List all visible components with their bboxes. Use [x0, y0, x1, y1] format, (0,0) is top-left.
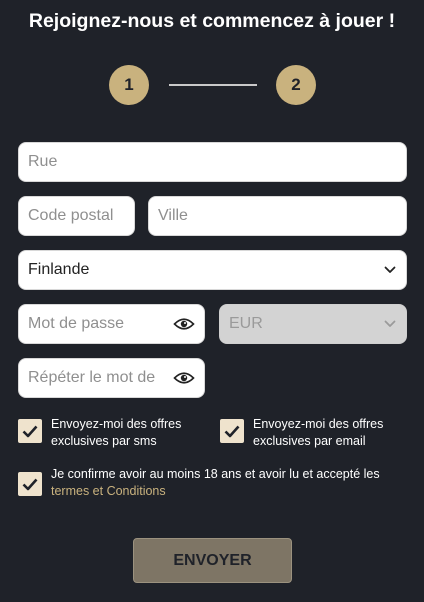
checkmark-icon	[22, 478, 38, 490]
page-title: Rejoignez-nous et commencez à jouer !	[28, 10, 396, 32]
chevron-down-icon	[383, 263, 397, 277]
password-input[interactable]	[28, 315, 169, 333]
city-input[interactable]	[158, 207, 397, 225]
currency-value: EUR	[229, 315, 263, 332]
email-offers-label: Envoyez-moi des offres exclusives par em…	[253, 417, 384, 448]
eye-icon[interactable]	[173, 370, 195, 386]
repeat-password-input[interactable]	[28, 369, 169, 387]
eye-icon[interactable]	[173, 316, 195, 332]
submit-button[interactable]: ENVOYER	[133, 538, 292, 583]
email-offers-checkbox[interactable]	[220, 419, 244, 443]
step-connector	[169, 84, 257, 86]
terms-checkbox[interactable]	[18, 472, 42, 496]
terms-link[interactable]: termes et Conditions	[51, 484, 166, 498]
terms-text: Je confirme avoir au moins 18 ans et avo…	[51, 467, 380, 481]
street-field[interactable]	[18, 142, 407, 182]
checkmark-icon	[22, 425, 38, 437]
country-select[interactable]: Finlande	[18, 250, 407, 290]
sms-offers-checkbox[interactable]	[18, 419, 42, 443]
terms-label: Je confirme avoir au moins 18 ans et avo…	[51, 466, 411, 500]
step-2-indicator: 2	[276, 65, 316, 105]
checkmark-icon	[224, 425, 240, 437]
password-field[interactable]	[18, 304, 205, 344]
chevron-down-icon	[383, 317, 397, 331]
sms-offers-label: Envoyez-moi des offres exclusives par sm…	[51, 417, 182, 448]
step-1-indicator: 1	[109, 65, 149, 105]
country-value: Finlande	[28, 261, 90, 278]
street-input[interactable]	[28, 153, 397, 171]
postal-code-input[interactable]	[28, 207, 125, 225]
currency-select[interactable]: EUR	[219, 304, 407, 344]
city-field[interactable]	[148, 196, 407, 236]
repeat-password-field[interactable]	[18, 358, 205, 398]
postal-code-field[interactable]	[18, 196, 135, 236]
